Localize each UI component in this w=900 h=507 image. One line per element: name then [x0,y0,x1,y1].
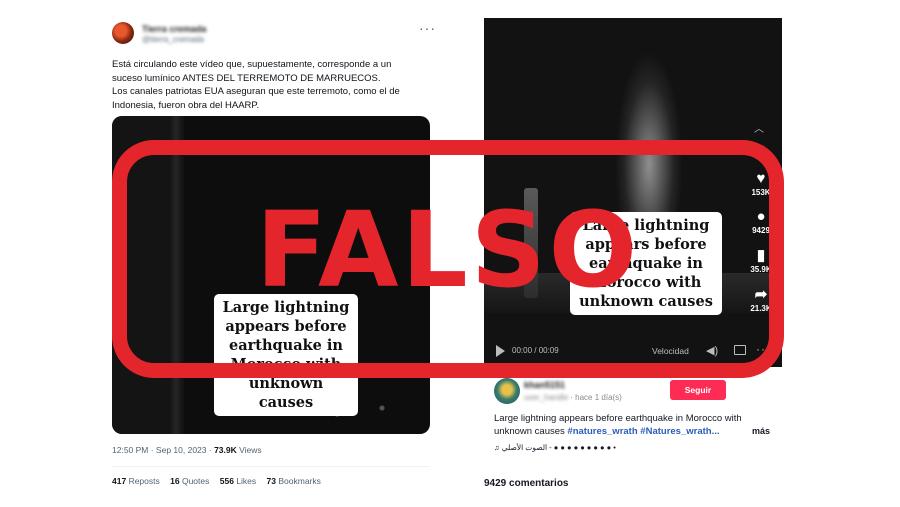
quotes-label[interactable]: Quotes [182,476,209,486]
tweet-text: Está circulando este vídeo que, supuesta… [112,58,422,112]
video-caption: Large lightning appears before earthquak… [214,294,358,416]
comment-count: 9429 [752,226,770,235]
likes-count[interactable]: 556 [220,476,234,486]
tweet-display-name[interactable]: Tierra cremada [142,24,206,34]
like-count: 153K [751,188,771,197]
tweet-video[interactable]: Large lightning appears before earthquak… [112,116,430,434]
video-time: 00:00 / 00:09 [512,346,559,355]
video-pole [524,188,538,298]
author-name[interactable]: khan5151 [524,380,565,390]
comments-count: 9429 comentarios [484,478,569,489]
tweet-timestamp-views: 12:50 PM · Sep 10, 2023 · 73.9K Views [112,445,262,455]
chevron-up-icon[interactable]: ︿ [754,120,764,135]
tweet-text-line: Indonesia, fueron obra del HAARP. [112,99,260,111]
reposts-count[interactable]: 417 [112,476,126,486]
more-options-icon[interactable]: ··· [419,20,436,36]
hashtag-link[interactable]: #natures_wrath [567,426,637,437]
author-avatar[interactable] [494,378,520,404]
video-caption: Large lightning appears before earthquak… [570,212,722,315]
author-subline: user_handle · hace 1 día(s) [524,393,622,402]
hashtag-link[interactable]: #Natures_wrath... [640,426,719,437]
tweet-views-count: 73.9K [214,445,237,455]
bookmark-button[interactable]: ▮ 35.9K [746,247,776,274]
author-handle: user_handle [524,393,569,402]
like-button[interactable]: ♥ 153K [746,170,776,197]
heart-icon: ♥ [756,170,766,187]
tiktok-video[interactable]: Large lightning appears before earthquak… [484,18,782,367]
follow-button[interactable]: Seguir [670,380,726,400]
music-track[interactable]: ♫ الصوت الأصلي - ● ● ● ● ● ● ● ● ● • [494,443,616,452]
share-icon: ➦ [754,286,768,303]
divider [112,466,430,467]
picture-in-picture-icon[interactable] [734,345,746,355]
play-icon[interactable] [496,345,505,357]
share-count: 21.3K [750,304,772,313]
bookmarks-label[interactable]: Bookmarks [278,476,321,486]
tweet-views-label: Views [239,445,262,455]
reposts-label[interactable]: Reposts [129,476,160,486]
post-description: Large lightning appears before earthquak… [494,413,764,438]
tweet-avatar[interactable] [112,22,134,44]
share-button[interactable]: ➦ 21.3K [746,286,776,313]
video-streak [170,116,182,434]
tiktok-post: Large lightning appears before earthquak… [484,18,784,498]
quotes-count[interactable]: 16 [170,476,179,486]
bookmark-count: 35.9K [750,265,772,274]
comment-button[interactable]: ● 9429 [746,208,776,235]
tweet-handle[interactable]: @tierra_cremada [142,35,204,44]
tweet-text-line: Está circulando este vídeo que, supuesta… [112,59,392,70]
chevron-down-icon[interactable]: ﹀ [754,142,764,157]
post-date: · hace 1 día(s) [568,393,622,402]
more-link[interactable]: más [752,426,770,436]
tweet-text-line: suceso lumínico ANTES DEL TERREMOTO DE M… [112,72,381,84]
more-icon[interactable]: ··· [756,342,771,356]
bookmarks-count[interactable]: 73 [267,476,276,486]
bookmark-icon: ▮ [756,247,766,264]
comment-icon: ● [756,208,766,225]
tweet-card: Tierra cremada @tierra_cremada ··· Está … [112,14,436,504]
likes-label[interactable]: Likes [236,476,256,486]
speed-button[interactable]: Velocidad [652,346,689,356]
tweet-stats: 417 Reposts 16 Quotes 556 Likes 73 Bookm… [112,476,321,486]
video-controls: 00:00 / 00:09 Velocidad ◀) ··· [484,341,782,365]
volume-icon[interactable]: ◀) [706,344,718,357]
tweet-timestamp[interactable]: 12:50 PM · Sep 10, 2023 · [112,445,214,455]
tweet-text-line: Los canales patriotas EUA aseguran que e… [112,86,400,97]
